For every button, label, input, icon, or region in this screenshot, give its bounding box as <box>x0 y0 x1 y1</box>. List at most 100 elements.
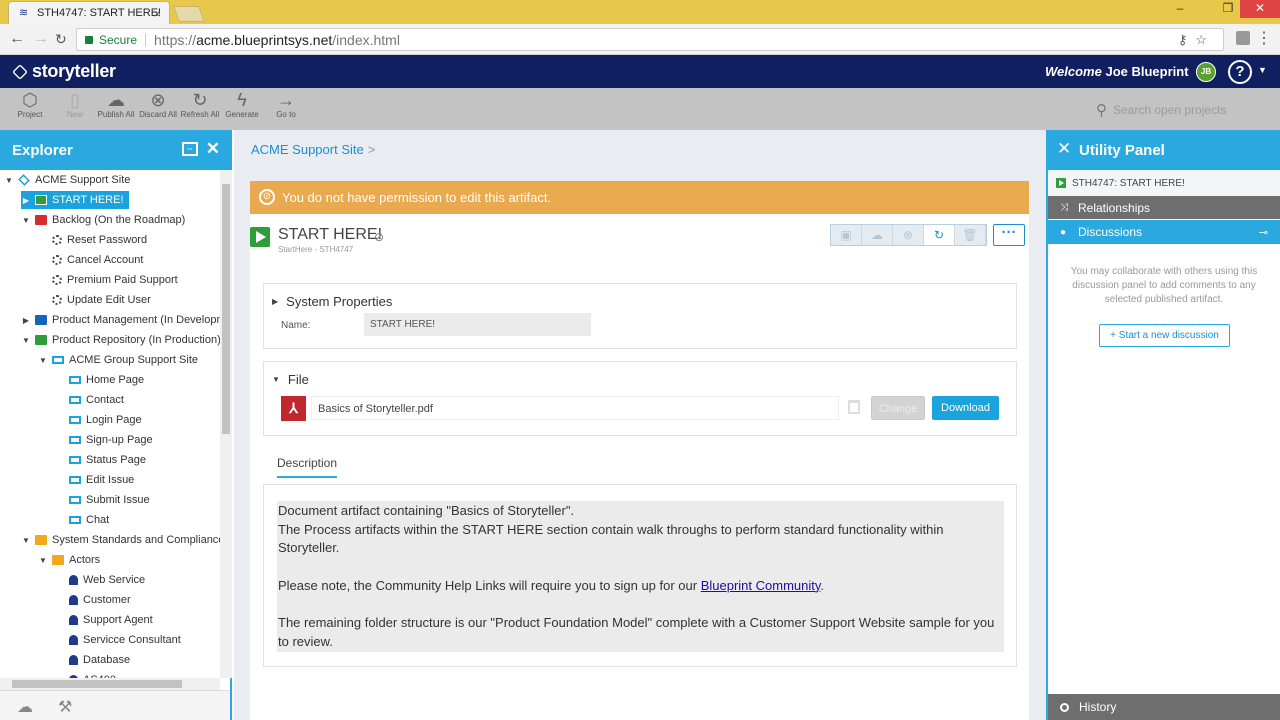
project-button[interactable]: ⬡ Project <box>10 90 50 119</box>
chevron-right-icon[interactable]: ▶ <box>21 316 31 325</box>
help-button[interactable]: ? <box>1228 60 1252 84</box>
back-arrow-icon[interactable]: ← <box>9 30 25 48</box>
tree-node[interactable]: Home Page <box>55 371 144 389</box>
tree-node[interactable]: Status Page <box>55 451 146 469</box>
description-text-span: . <box>820 577 825 593</box>
tree-node[interactable]: Login Page <box>55 411 142 429</box>
forward-arrow-icon[interactable]: → <box>33 30 49 48</box>
pin-icon[interactable]: ⊸ <box>1259 226 1268 239</box>
chevron-down-icon[interactable]: ▼ <box>21 536 31 545</box>
system-properties-header[interactable]: ▶ System Properties <box>272 294 392 309</box>
new-tab-button[interactable] <box>173 6 205 22</box>
tree-node[interactable]: Premium Paid Support <box>38 271 178 289</box>
close-icon[interactable]: ✕ <box>1057 139 1071 159</box>
close-icon[interactable]: ✕ <box>206 139 220 159</box>
search-icon[interactable]: ⚲ <box>1096 101 1107 119</box>
search-input[interactable] <box>1113 103 1253 117</box>
close-window-button[interactable]: ✕ <box>1240 0 1280 18</box>
tree-horizontal-scrollbar[interactable] <box>0 678 220 690</box>
discard-all-button[interactable]: ⊗ Discard All <box>138 90 178 119</box>
tree-node[interactable]: Submit Issue <box>55 491 150 509</box>
address-bar: ← → ↻ Secure https://acme.blueprintsys.n… <box>0 24 1280 55</box>
minimize-window-button[interactable]: – <box>1168 0 1192 18</box>
change-button[interactable]: Change <box>871 396 925 420</box>
tree-node[interactable]: ▼ Actors <box>38 551 100 569</box>
expand-panel-icon[interactable]: ⇔ <box>182 142 198 156</box>
refresh-all-label: Refresh All <box>180 110 220 119</box>
publish-all-button[interactable]: ☁ Publish All <box>96 90 136 119</box>
maximize-window-button[interactable]: ❐ <box>1216 0 1240 18</box>
more-actions-button[interactable]: ··· <box>993 224 1025 246</box>
refresh-all-button[interactable]: ↻ Refresh All <box>180 90 220 119</box>
scroll-thumb[interactable] <box>222 184 230 434</box>
trash-icon[interactable] <box>848 400 860 414</box>
tree-node[interactable]: Edit Issue <box>55 471 134 489</box>
breadcrumb-link[interactable]: ACME Support Site <box>251 142 364 157</box>
storyteller-logo[interactable]: storyteller <box>12 61 116 82</box>
tree-node[interactable]: Customer <box>55 591 131 609</box>
key-icon-star-icon[interactable]: ⚷☆ <box>1178 32 1215 48</box>
chevron-down-icon[interactable]: ▼ <box>38 356 48 365</box>
tree-node[interactable]: Chat <box>55 511 109 529</box>
tree-node[interactable]: Cancel Account <box>38 251 143 269</box>
tree-node[interactable]: Reset Password <box>38 231 147 249</box>
utility-title: Utility Panel <box>1079 141 1165 159</box>
artifact-header: START HERE! ⊘ StartHere - STH4747 ▣ ☁ ⊗ … <box>250 224 1029 258</box>
chevron-down-icon[interactable]: ▼ <box>1258 65 1267 75</box>
reload-icon[interactable]: ↻ <box>55 30 67 48</box>
relationships-tab[interactable]: ⤨ Relationships <box>1048 196 1280 220</box>
go-to-button[interactable]: → Go to <box>266 90 306 119</box>
tree-node[interactable]: Update Edit User <box>38 291 151 309</box>
start-discussion-button[interactable]: + Start a new discussion <box>1099 324 1230 347</box>
tree-node-label: Chat <box>86 514 110 526</box>
publish-icon[interactable]: ☁ <box>862 225 893 245</box>
tree-node-label: Product Management (In Developm <box>52 314 220 326</box>
tree-node[interactable]: ▼ System Standards and Compliance <box>21 531 220 549</box>
tree-node[interactable]: Support Agent <box>55 611 153 629</box>
secure-indicator[interactable]: Secure <box>85 33 137 47</box>
description-section: Document artifact containing "Basics of … <box>263 484 1017 667</box>
tree-node[interactable]: ▶ Product Management (In Developm <box>21 311 220 329</box>
new-button[interactable]: ▯ New <box>55 90 95 119</box>
tree-node[interactable]: AS400 <box>55 671 116 678</box>
avatar[interactable]: JB <box>1196 62 1216 82</box>
tree-node[interactable]: ▶ START HERE! <box>21 191 129 209</box>
chevron-down-icon[interactable]: ▼ <box>38 556 48 565</box>
url-field[interactable]: Secure https://acme.blueprintsys.net/ind… <box>76 28 1224 51</box>
generate-button[interactable]: ϟ Generate <box>222 90 262 119</box>
cloud-icon[interactable]: ☁ <box>17 697 33 717</box>
refresh-icon[interactable]: ↻ <box>924 225 955 245</box>
tree-node[interactable]: ▼ Product Repository (In Production) <box>21 331 220 349</box>
glossary-icon <box>52 255 62 265</box>
system-properties-section: ▶ System Properties Name: START HERE! <box>263 283 1017 349</box>
delete-icon[interactable]: 🗑 <box>955 225 986 245</box>
tree-node[interactable]: ▼ ACME Support Site <box>4 171 130 189</box>
tree-node[interactable]: ▼ ACME Group Support Site <box>38 351 198 369</box>
tree-node[interactable]: Servicce Consultant <box>55 631 181 649</box>
wrench-icon[interactable]: ⚒ <box>58 697 72 717</box>
tab-description[interactable]: Description <box>277 456 338 478</box>
discussions-tab[interactable]: ● Discussions ⊸ <box>1048 220 1280 244</box>
name-label: Name: <box>281 320 311 331</box>
chevron-down-icon[interactable]: ▼ <box>4 176 14 185</box>
history-tab[interactable]: History <box>1048 694 1280 720</box>
discard-icon[interactable]: ⊗ <box>893 225 924 245</box>
blueprint-community-link[interactable]: Blueprint Community <box>701 578 821 593</box>
tree-node[interactable]: Sign-up Page <box>55 431 153 449</box>
chevron-right-icon[interactable]: ▶ <box>21 196 31 205</box>
browser-tab[interactable]: ≋ STH4747: START HERE! × <box>8 1 170 24</box>
tree-node[interactable]: Contact <box>55 391 124 409</box>
scroll-thumb[interactable] <box>12 680 182 688</box>
save-icon[interactable]: ▣ <box>831 225 862 245</box>
chevron-down-icon[interactable]: ▼ <box>21 216 31 225</box>
tree-node[interactable]: ▼ Backlog (On the Roadmap) <box>21 211 185 229</box>
extension-icon[interactable] <box>1236 31 1250 45</box>
download-button[interactable]: Download <box>932 396 999 420</box>
tab-close-icon[interactable]: × <box>153 6 161 21</box>
tree-vertical-scrollbar[interactable] <box>220 170 232 678</box>
browser-menu-icon[interactable]: ⋮ <box>1256 28 1272 48</box>
tree-node[interactable]: Database <box>55 651 130 669</box>
chevron-down-icon[interactable]: ▼ <box>21 336 31 345</box>
file-header[interactable]: ▼ File <box>272 372 309 387</box>
tree-node[interactable]: Web Service <box>55 571 145 589</box>
